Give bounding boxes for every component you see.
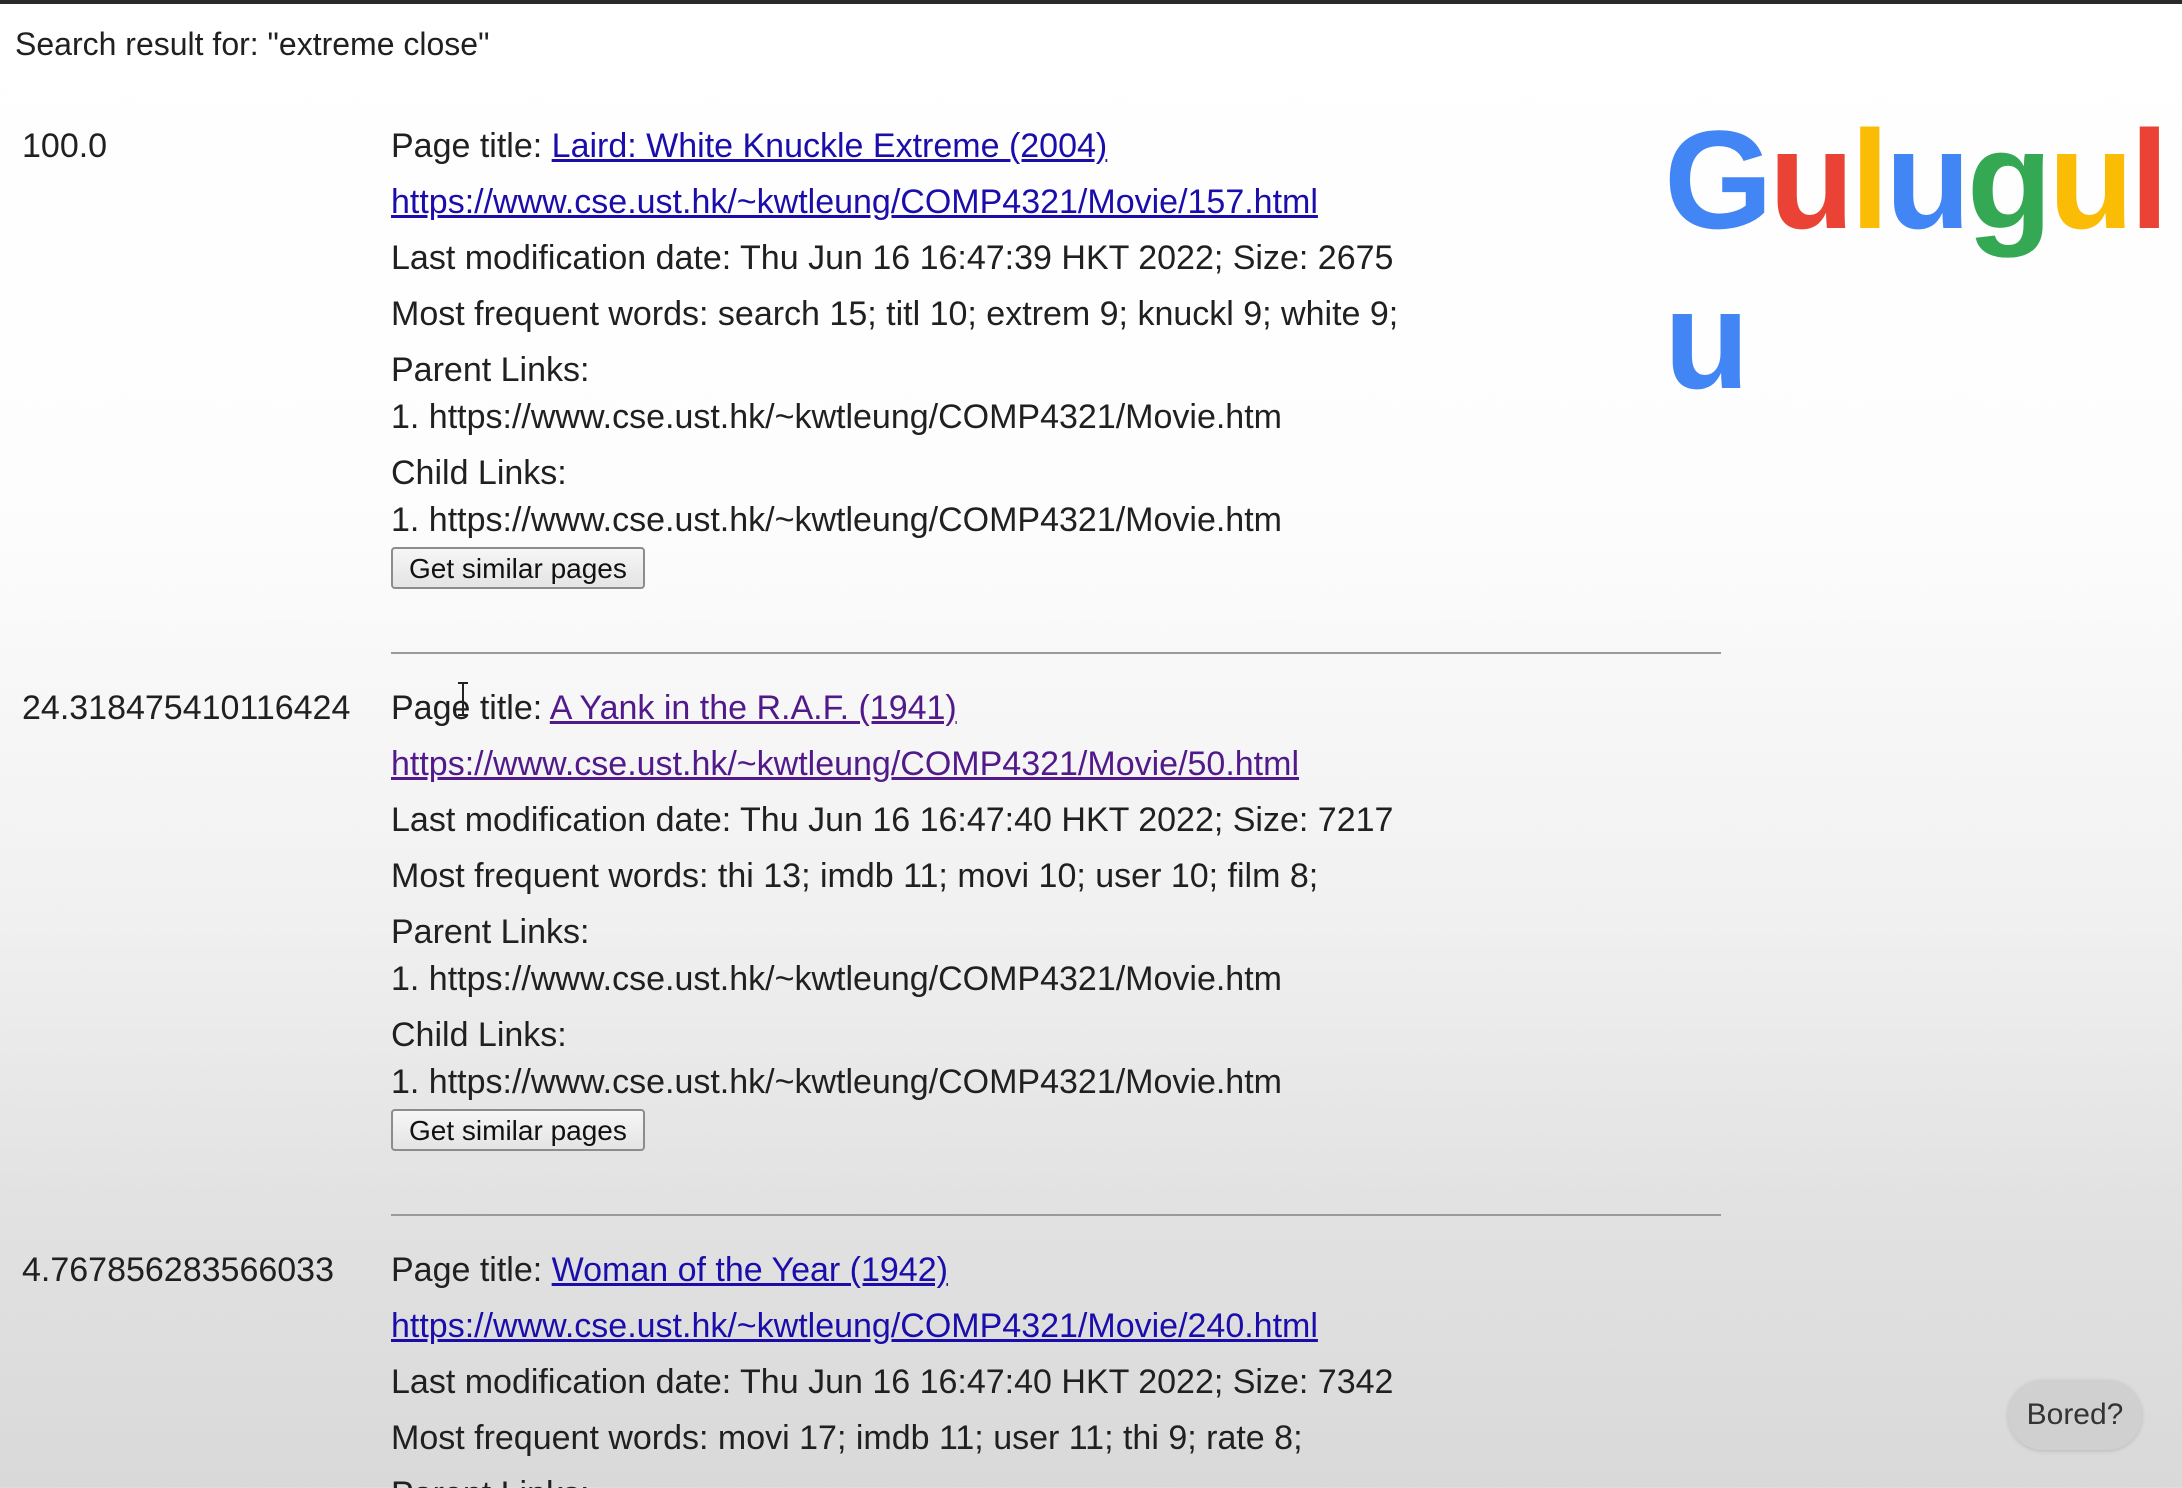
result-score: 4.767856283566033: [22, 1251, 334, 1289]
logo-letter: g: [1966, 101, 2053, 258]
logo-letter: l: [2129, 101, 2169, 258]
search-result-header: Search result for: "extreme close": [15, 26, 490, 62]
result-title-row: Page title: A Yank in the R.A.F. (1941): [391, 686, 1721, 742]
bored-button[interactable]: Bored?: [2008, 1380, 2142, 1450]
get-similar-pages-button[interactable]: Get similar pages: [391, 547, 645, 589]
child-links-label: Child Links:: [391, 454, 567, 492]
parent-link-item: 1. https://www.cse.ust.hk/~kwtleung/COMP…: [391, 960, 1282, 998]
title-label: Page title:: [391, 1251, 552, 1289]
modification-date: Last modification date: Thu Jun 16 16:47…: [391, 1363, 1394, 1401]
title-label: Page title:: [391, 689, 550, 727]
modification-date: Last modification date: Thu Jun 16 16:47…: [391, 239, 1394, 277]
result-title-link[interactable]: Laird: White Knuckle Extreme (2004): [552, 127, 1108, 165]
logo-letter: u: [1768, 101, 1855, 258]
gulugulu-logo: Gulugulu: [1664, 100, 2182, 420]
logo-letter: l: [1850, 101, 1889, 258]
result-title-row: Page title: Woman of the Year (1942): [391, 1248, 1721, 1304]
logo-letter: u: [1885, 101, 1971, 258]
result-url-link[interactable]: https://www.cse.ust.hk/~kwtleung/COMP432…: [391, 1307, 1318, 1345]
result-url-link[interactable]: https://www.cse.ust.hk/~kwtleung/COMP432…: [391, 745, 1299, 783]
modification-date: Last modification date: Thu Jun 16 16:47…: [391, 801, 1394, 839]
get-similar-pages-button[interactable]: Get similar pages: [391, 1109, 645, 1151]
result-divider: [391, 1214, 1721, 1216]
result-details: Page title: A Yank in the R.A.F. (1941) …: [391, 686, 1721, 1151]
window-top-border: [0, 0, 2182, 4]
result-details: Page title: Laird: White Knuckle Extreme…: [391, 124, 1721, 589]
logo-letter: u: [2048, 101, 2134, 258]
result-title-row: Page title: Laird: White Knuckle Extreme…: [391, 124, 1721, 180]
result-details: Page title: Woman of the Year (1942) htt…: [391, 1248, 1721, 1488]
result-divider: [391, 652, 1721, 654]
result-score: 24.318475410116424: [22, 689, 351, 727]
parent-link-item: 1. https://www.cse.ust.hk/~kwtleung/COMP…: [391, 398, 1282, 436]
frequent-words: Most frequent words: thi 13; imdb 11; mo…: [391, 857, 1319, 895]
title-label: Page title:: [391, 127, 552, 165]
result-title-link[interactable]: Woman of the Year (1942): [552, 1251, 948, 1289]
frequent-words: Most frequent words: search 15; titl 10;…: [391, 295, 1399, 333]
child-link-item: 1. https://www.cse.ust.hk/~kwtleung/COMP…: [391, 1063, 1282, 1101]
parent-links-label: Parent Links:: [391, 1472, 1721, 1488]
frequent-words: Most frequent words: movi 17; imdb 11; u…: [391, 1419, 1303, 1457]
result-score: 100.0: [22, 127, 108, 165]
parent-links-label: Parent Links:: [391, 913, 590, 951]
child-links-label: Child Links:: [391, 1016, 567, 1054]
result-title-link[interactable]: A Yank in the R.A.F. (1941): [550, 689, 957, 727]
child-link-item: 1. https://www.cse.ust.hk/~kwtleung/COMP…: [391, 501, 1282, 539]
result-url-link[interactable]: https://www.cse.ust.hk/~kwtleung/COMP432…: [391, 183, 1318, 221]
text-cursor-icon: [458, 682, 468, 716]
parent-links-label: Parent Links:: [391, 351, 590, 389]
